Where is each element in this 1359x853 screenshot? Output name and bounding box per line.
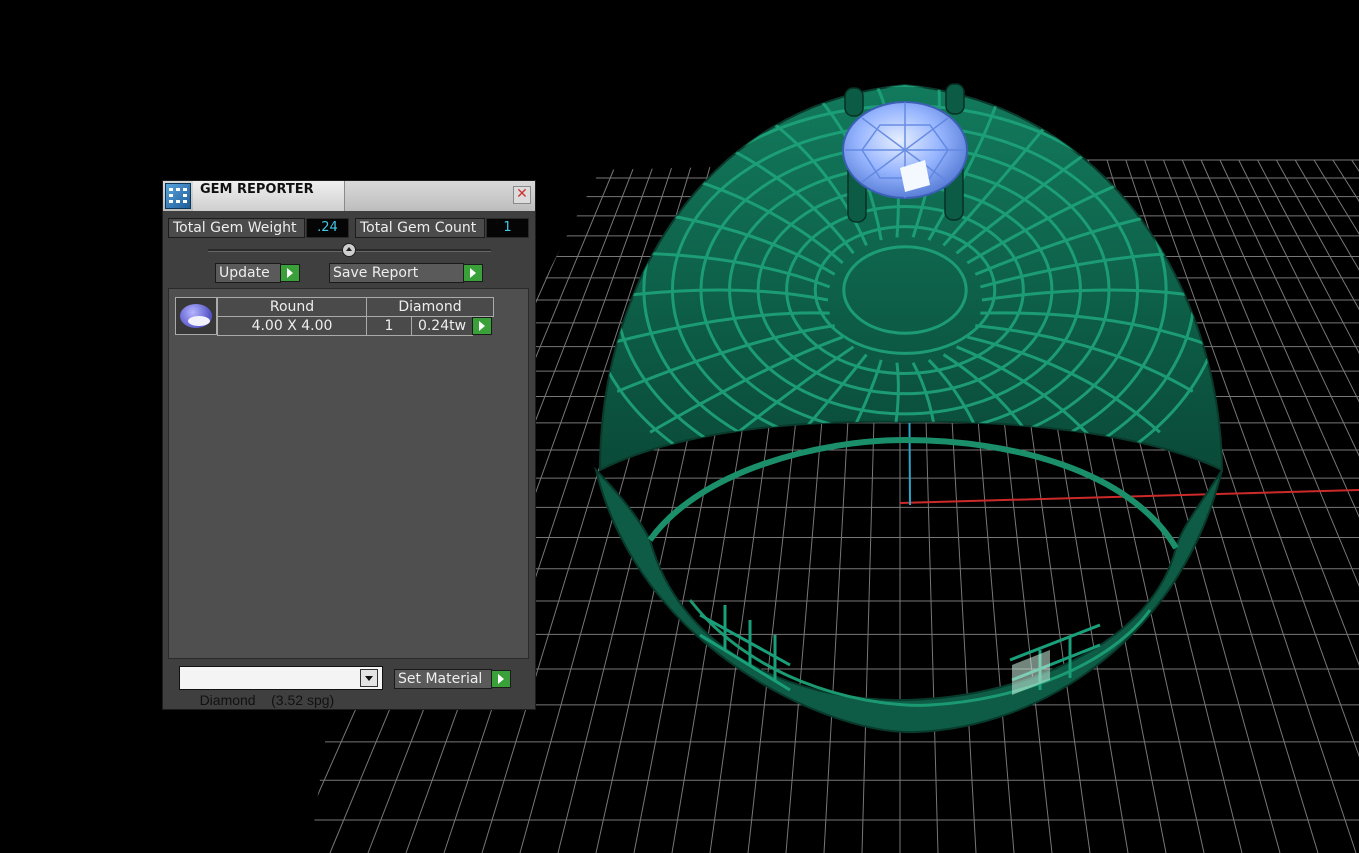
gem-icon [175, 297, 217, 335]
gem-row-go-icon[interactable] [472, 317, 492, 335]
title-bar[interactable]: GEM REPORTER ✕ [163, 181, 535, 211]
update-button-label: Update [219, 265, 270, 281]
gem-shape: Round [217, 297, 367, 317]
total-gem-count-value: 1 [486, 218, 529, 238]
gem-count: 1 [366, 316, 412, 336]
gem-material: Diamond [366, 297, 494, 317]
gem-size: 4.00 X 4.00 [217, 316, 367, 336]
set-material-button[interactable]: Set Material [394, 669, 492, 689]
save-report-button-label: Save Report [333, 265, 419, 281]
material-select[interactable]: Diamond (3.52 spg) [179, 666, 383, 708]
total-gem-weight-value: .24 [306, 218, 349, 238]
set-material-button-label: Set Material [398, 671, 483, 687]
material-select-value: Diamond (3.52 spg) [199, 692, 335, 708]
set-material-go-icon[interactable] [491, 670, 511, 688]
update-button[interactable]: Update [215, 263, 281, 283]
gem-weight: 0.24tw [411, 316, 473, 336]
save-report-go-icon[interactable] [463, 264, 483, 282]
update-go-icon[interactable] [280, 264, 300, 282]
total-gem-weight-label: Total Gem Weight [168, 218, 305, 238]
close-icon[interactable]: ✕ [513, 186, 531, 204]
diamond-gem[interactable] [842, 101, 968, 199]
save-report-button[interactable]: Save Report [329, 263, 464, 283]
gem-reporter-panel: GEM REPORTER ✕ Total Gem Weight .24 Tota… [162, 180, 536, 710]
chevron-down-icon[interactable] [360, 669, 378, 687]
window-title: GEM REPORTER [200, 182, 314, 197]
slider-handle[interactable] [342, 243, 356, 257]
gem-reporter-app-icon [165, 183, 191, 209]
gem-list: Round Diamond 4.00 X 4.00 1 0.24tw [168, 288, 529, 659]
total-gem-count-label: Total Gem Count [355, 218, 485, 238]
